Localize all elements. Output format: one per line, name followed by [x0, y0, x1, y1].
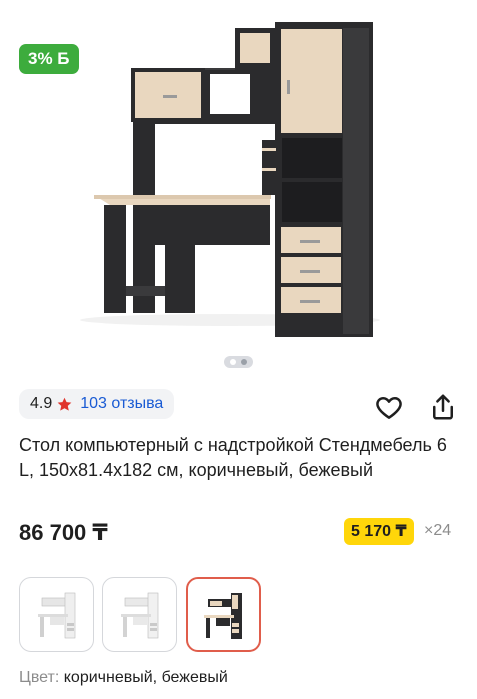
- desk-thumbnail-image: [204, 593, 242, 639]
- star-icon: [57, 397, 72, 411]
- desk-thumbnail-image: [38, 592, 76, 639]
- rating-value: 4.9: [30, 395, 53, 412]
- favorite-button[interactable]: [374, 392, 404, 422]
- variant-thumbnail-white-2[interactable]: [102, 577, 177, 652]
- variant-thumbnail-brown-beige[interactable]: [186, 577, 261, 652]
- share-icon: [433, 394, 453, 420]
- desk-thumbnail-image: [121, 592, 159, 639]
- selected-color: Цвет: коричневый, бежевый: [19, 669, 228, 687]
- product-title: Стол компьютерный с надстройкой Стендмеб…: [19, 435, 447, 480]
- color-value: коричневый, бежевый: [63, 669, 228, 686]
- carousel-dot-active[interactable]: [241, 359, 247, 365]
- rating-reviews-pill[interactable]: 4.9 103 отзыва: [19, 389, 175, 419]
- heart-icon: [376, 397, 402, 419]
- share-button[interactable]: [428, 392, 458, 422]
- product-price: 86 700 ₸: [19, 520, 108, 545]
- bonus-badge: 3% Б: [19, 44, 79, 74]
- reviews-link[interactable]: 103 отзыва: [80, 395, 163, 413]
- carousel-dot[interactable]: [230, 359, 236, 365]
- installment-count: ×24: [424, 522, 452, 539]
- carousel-indicator[interactable]: [224, 356, 253, 368]
- color-label: Цвет:: [19, 669, 60, 686]
- product-image-carousel[interactable]: 3% Б: [0, 0, 477, 352]
- variant-thumbnail-white[interactable]: [19, 577, 94, 652]
- installment-price-badge[interactable]: 5 170 ₸: [344, 518, 414, 545]
